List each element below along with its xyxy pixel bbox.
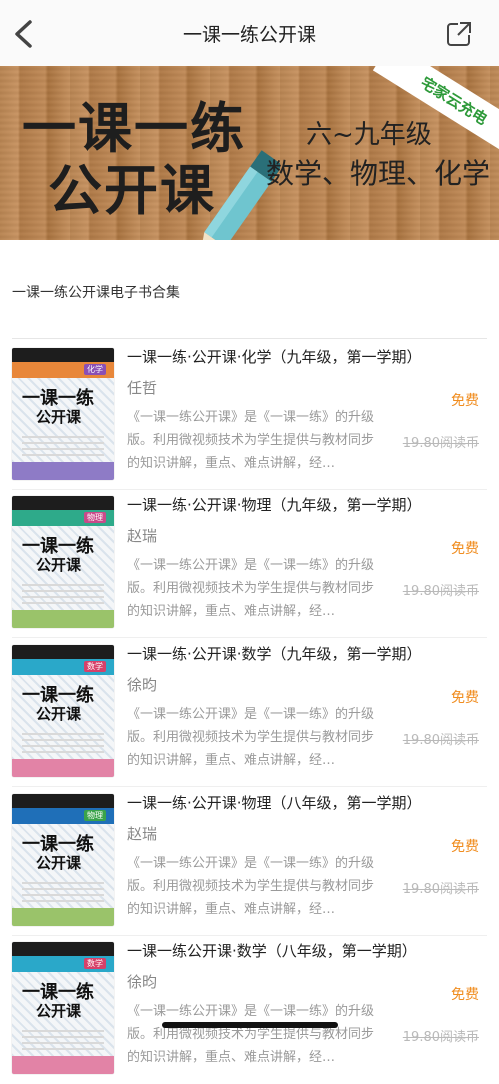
free-label: 免费 — [451, 541, 479, 557]
nav-bar: 一课一练公开课 — [0, 0, 499, 67]
cover-title-line2: 公开课 — [36, 408, 82, 426]
book-title[interactable]: 一课一练公开课·数学（八年级，第一学期） — [127, 940, 417, 961]
cover-bottom — [12, 1056, 114, 1074]
original-price: 19.80阅读币 — [402, 1030, 479, 1045]
book-cover: 物理 一课一练 公开课 — [12, 496, 114, 628]
book-description: 《一课一练公开课》是《一课一练》的升级版。利用微视频技术为学生提供与教材同步的知… — [127, 856, 375, 917]
divider — [12, 338, 487, 339]
book-author: 赵瑞 — [127, 825, 158, 843]
book-title[interactable]: 一课一练·公开课·化学（九年级，第一学期） — [127, 346, 422, 367]
cover-band: 物理 — [12, 808, 114, 824]
promo-banner[interactable]: 一课一练 公开课 六~九年级 数学、物理、化学 宅家云充电 — [0, 66, 499, 240]
original-price: 19.80阅读币 — [402, 882, 479, 897]
cover-band: 数学 — [12, 659, 114, 675]
free-label: 免费 — [451, 690, 479, 706]
book-item-0[interactable]: 化学 一课一练 公开课 一课一练·公开课·化学（九年级，第一学期） 任哲 免费 … — [0, 340, 499, 490]
cover-subject-tag: 数学 — [84, 661, 106, 672]
cover-bottom — [12, 759, 114, 777]
book-description: 《一课一练公开课》是《一课一练》的升级版。利用微视频技术为学生提供与教材同步的知… — [127, 707, 375, 768]
cover-bottom — [12, 908, 114, 926]
free-label: 免费 — [451, 839, 479, 855]
book-item-3[interactable]: 物理 一课一练 公开课 一课一练·公开课·物理（八年级，第一学期） 赵瑞 免费 … — [0, 786, 499, 936]
book-cover: 化学 一课一练 公开课 — [12, 348, 114, 480]
cover-subject-tag: 物理 — [84, 810, 106, 821]
book-description: 《一课一练公开课》是《一课一练》的升级版。利用微视频技术为学生提供与教材同步的知… — [127, 1004, 375, 1065]
book-title[interactable]: 一课一练·公开课·数学（九年级，第一学期） — [127, 643, 422, 664]
cover-title-line2: 公开课 — [36, 854, 82, 872]
book-description: 《一课一练公开课》是《一课一练》的升级版。利用微视频技术为学生提供与教材同步的知… — [127, 558, 375, 619]
book-cover: 数学 一课一练 公开课 — [12, 645, 114, 777]
book-author: 赵瑞 — [127, 527, 158, 545]
book-cover: 数学 一课一练 公开课 — [12, 942, 114, 1074]
cover-band: 化学 — [12, 362, 114, 378]
book-title[interactable]: 一课一练·公开课·物理（九年级，第一学期） — [127, 494, 422, 515]
cover-bottom — [12, 610, 114, 628]
book-item-2[interactable]: 数学 一课一练 公开课 一课一练·公开课·数学（九年级，第一学期） 徐昀 免费 … — [0, 637, 499, 787]
page-title: 一课一练公开课 — [182, 24, 316, 46]
book-author: 任哲 — [127, 379, 158, 397]
book-title[interactable]: 一课一练·公开课·物理（八年级，第一学期） — [127, 792, 422, 813]
book-item-4[interactable]: 数学 一课一练 公开课 一课一练公开课·数学（八年级，第一学期） 徐昀 免费 《… — [0, 934, 499, 1084]
original-price: 19.80阅读币 — [402, 733, 479, 748]
original-price: 19.80阅读币 — [402, 584, 479, 599]
cover-bottom — [12, 462, 114, 480]
cover-title-line2: 公开课 — [36, 1002, 82, 1020]
cover-band: 物理 — [12, 510, 114, 526]
share-icon[interactable] — [445, 20, 473, 48]
section-label: 一课一练公开课电子书合集 — [12, 285, 180, 301]
book-description: 《一课一练公开课》是《一课一练》的升级版。利用微视频技术为学生提供与教材同步的知… — [127, 410, 375, 471]
home-indicator[interactable] — [162, 1022, 338, 1028]
cover-subject-tag: 数学 — [84, 958, 106, 969]
book-item-1[interactable]: 物理 一课一练 公开课 一课一练·公开课·物理（九年级，第一学期） 赵瑞 免费 … — [0, 488, 499, 638]
cover-subject-tag: 化学 — [84, 364, 106, 375]
book-author: 徐昀 — [127, 973, 158, 991]
cover-subject-tag: 物理 — [84, 512, 106, 523]
cover-title-line2: 公开课 — [36, 705, 82, 723]
free-label: 免费 — [451, 987, 479, 1003]
cover-band: 数学 — [12, 956, 114, 972]
banner-subjects: 数学、物理、化学 — [266, 157, 491, 190]
cover-title-line2: 公开课 — [36, 556, 82, 574]
original-price: 19.80阅读币 — [402, 436, 479, 451]
banner-grade: 六~九年级 — [306, 120, 432, 150]
book-cover: 物理 一课一练 公开课 — [12, 794, 114, 926]
free-label: 免费 — [451, 393, 479, 409]
book-author: 徐昀 — [127, 676, 158, 694]
